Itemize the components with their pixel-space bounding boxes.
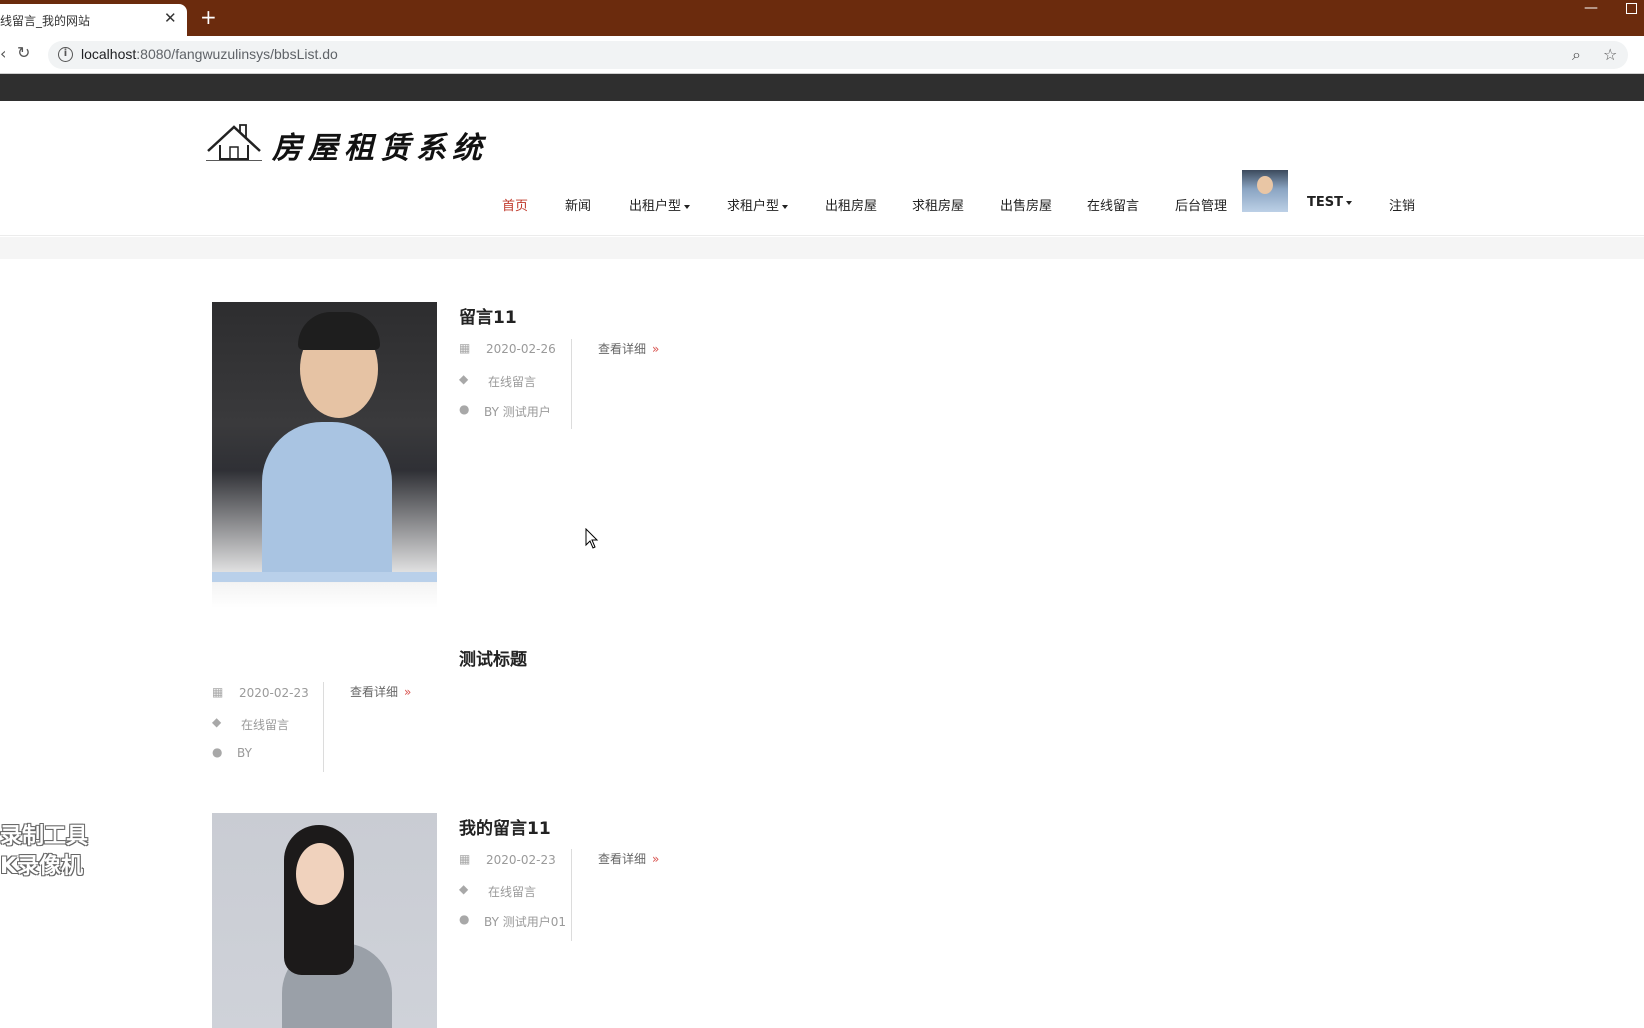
maximize-icon[interactable] (1626, 3, 1637, 14)
nav-rent-house[interactable]: 出租房屋 (825, 195, 877, 214)
view-detail-label: 查看详细 (350, 685, 399, 699)
post-category[interactable]: 在线留言 (488, 883, 536, 900)
site-logo[interactable]: 房屋租赁系统 (206, 119, 496, 166)
post-category[interactable]: 在线留言 (241, 716, 289, 733)
tag-icon: ◆ (459, 882, 469, 896)
top-band (0, 74, 1644, 101)
post-author: BY 测试用户01 (484, 915, 566, 929)
zoom-icon[interactable]: ⌕ (1572, 45, 1581, 65)
post-date: 2020-02-26 (486, 342, 556, 356)
photo-face (296, 843, 344, 905)
view-detail-label: 查看详细 (598, 852, 647, 866)
user-icon: ● (459, 912, 470, 926)
new-tab-icon[interactable]: + (200, 5, 217, 29)
nav-rent-type[interactable]: 出租户型 (629, 195, 691, 214)
content-top-band (0, 237, 1644, 259)
nav-admin[interactable]: 后台管理 (1175, 195, 1227, 214)
user-icon: ● (459, 402, 470, 416)
caret-down-icon (1345, 200, 1352, 205)
reload-icon[interactable]: ↻ (17, 43, 30, 62)
post-date: 2020-02-23 (239, 686, 309, 700)
nav-seek-type[interactable]: 求租户型 (727, 195, 789, 214)
nav-seek-house[interactable]: 求租房屋 (912, 195, 964, 214)
photo-arms (212, 572, 437, 582)
browser-tab[interactable]: 线留言_我的网站 ✕ (0, 4, 187, 36)
back-icon[interactable]: ‹ (0, 44, 6, 63)
url-path: :8080/fangwuzulinsys/bbsList.do (136, 46, 338, 62)
photo-shirt (262, 422, 392, 582)
meta-divider (571, 849, 572, 941)
house-logo-icon (206, 124, 262, 161)
caret-down-icon (782, 204, 789, 209)
post-author: BY 测试用户 (484, 405, 551, 419)
site-info-icon[interactable]: i (58, 47, 73, 62)
user-avatar[interactable] (1242, 170, 1288, 212)
post-title[interactable]: 测试标题 (459, 645, 527, 670)
photo-hair (298, 312, 380, 350)
double-chevron-right-icon: » (652, 852, 660, 866)
url-field[interactable]: i localhost:8080/fangwuzulinsys/bbsList.… (48, 41, 1628, 69)
calendar-icon: ▦ (212, 685, 224, 699)
post-category[interactable]: 在线留言 (488, 373, 536, 390)
browser-titlebar: 线留言_我的网站 ✕ + — (0, 0, 1644, 36)
tag-icon: ◆ (212, 715, 222, 729)
close-tab-icon[interactable]: ✕ (164, 9, 177, 27)
nav-user-label: TEST (1307, 195, 1343, 210)
nav-home[interactable]: 首页 (502, 195, 528, 214)
tag-icon: ◆ (459, 372, 469, 386)
nav-seek-type-label: 求租户型 (727, 199, 780, 214)
address-bar: ‹ ↻ i localhost:8080/fangwuzulinsys/bbsL… (0, 36, 1644, 74)
caret-down-icon (684, 204, 691, 209)
bookmark-star-icon[interactable]: ☆ (1603, 45, 1617, 64)
tab-title: 线留言_我的网站 (0, 14, 91, 28)
nav-sale-house[interactable]: 出售房屋 (1000, 195, 1052, 214)
avatar-face (1257, 176, 1273, 194)
double-chevron-right-icon: » (652, 342, 660, 356)
user-icon: ● (212, 745, 223, 759)
watermark-line1: 录制工具 (0, 824, 89, 849)
nav-user[interactable]: TEST (1307, 195, 1352, 210)
nav-logout[interactable]: 注销 (1389, 195, 1415, 214)
view-detail-link[interactable]: 查看详细 » (598, 850, 659, 867)
nav-news[interactable]: 新闻 (565, 195, 591, 214)
post-photo[interactable] (212, 302, 437, 608)
meta-divider (323, 682, 324, 772)
post-photo[interactable] (212, 813, 437, 1028)
site-header: 房屋租赁系统 首页 新闻 出租户型 求租户型 出租房屋 求租房屋 出售房屋 在线… (0, 101, 1644, 236)
calendar-icon: ▦ (459, 852, 471, 866)
calendar-icon: ▦ (459, 341, 471, 355)
minimize-icon[interactable]: — (1584, 0, 1598, 16)
post-date: 2020-02-23 (486, 853, 556, 867)
meta-divider (571, 339, 572, 429)
nav-message[interactable]: 在线留言 (1087, 195, 1139, 214)
double-chevron-right-icon: » (404, 685, 412, 699)
mouse-cursor-icon (585, 528, 599, 549)
view-detail-link[interactable]: 查看详细 » (598, 340, 659, 357)
logo-text: 房屋租赁系统 (272, 131, 488, 166)
view-detail-link[interactable]: 查看详细 » (350, 683, 411, 700)
nav-rent-type-label: 出租户型 (629, 199, 682, 214)
post-title[interactable]: 我的留言11 (459, 814, 551, 839)
url-host: localhost (81, 46, 137, 62)
post-author: BY (237, 746, 252, 760)
url-text[interactable]: localhost:8080/fangwuzulinsys/bbsList.do (81, 46, 338, 62)
watermark-line2: K录像机 (0, 854, 84, 879)
view-detail-label: 查看详细 (598, 342, 647, 356)
post-title[interactable]: 留言11 (459, 303, 517, 328)
